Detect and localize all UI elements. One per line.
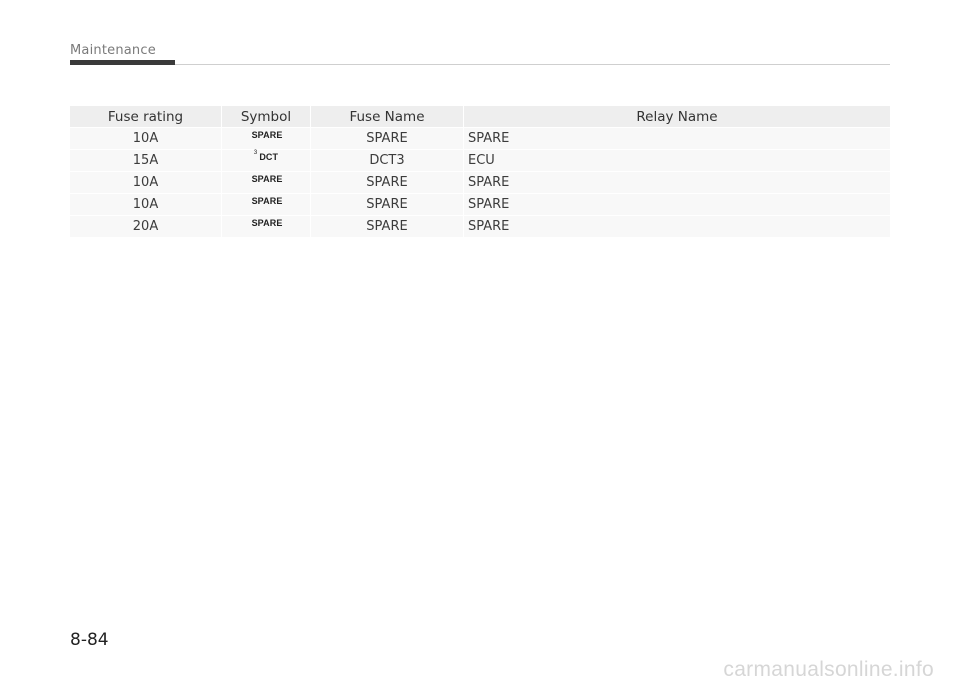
fuse-symbol: 3 DCT <box>253 150 279 162</box>
table-row: 10A SPARE SPARE SPARE <box>70 194 890 215</box>
fuse-name-cell: SPARE <box>310 216 463 237</box>
fuse-symbol: SPARE <box>250 218 283 228</box>
fuse-symbol-number: 3 <box>253 150 258 156</box>
fuse-symbol-text: DCT <box>259 152 279 162</box>
column-header-fuse-name: Fuse Name <box>310 106 463 127</box>
header-rule <box>70 64 890 65</box>
fuse-rating-cell: 15A <box>70 150 221 171</box>
fuse-symbol: SPARE <box>250 196 283 206</box>
fuse-rating-cell: 10A <box>70 172 221 193</box>
fuse-rating-cell: 10A <box>70 194 221 215</box>
fuse-symbol: SPARE <box>250 130 283 140</box>
watermark: carmanualsonline.info <box>723 658 934 681</box>
symbol-cell: 3 DCT <box>221 150 310 171</box>
header-tab-marker <box>70 60 175 65</box>
fuse-table: Fuse rating Symbol Fuse Name Relay Name … <box>70 105 890 238</box>
fuse-symbol: SPARE <box>250 174 283 184</box>
symbol-cell: SPARE <box>221 128 310 149</box>
column-header-symbol: Symbol <box>221 106 310 127</box>
table-row: 15A 3 DCT DCT3 ECU <box>70 150 890 171</box>
fuse-rating-cell: 20A <box>70 216 221 237</box>
section-title: Maintenance <box>70 43 156 58</box>
symbol-cell: SPARE <box>221 216 310 237</box>
column-header-relay-name: Relay Name <box>463 106 890 127</box>
page-number: 8-84 <box>70 630 109 650</box>
fuse-symbol-text: SPARE <box>251 130 283 140</box>
fuse-rating-cell: 10A <box>70 128 221 149</box>
table-row: 20A SPARE SPARE SPARE <box>70 216 890 237</box>
relay-name-cell: SPARE <box>463 216 890 237</box>
fuse-name-cell: SPARE <box>310 194 463 215</box>
table-header-row: Fuse rating Symbol Fuse Name Relay Name <box>70 106 890 127</box>
fuse-name-cell: SPARE <box>310 128 463 149</box>
fuse-symbol-text: SPARE <box>251 196 283 206</box>
table-row: 10A SPARE SPARE SPARE <box>70 172 890 193</box>
column-header-fuse-rating: Fuse rating <box>70 106 221 127</box>
fuse-symbol-text: SPARE <box>251 174 283 184</box>
relay-name-cell: ECU <box>463 150 890 171</box>
fuse-symbol-text: SPARE <box>251 218 283 228</box>
relay-name-cell: SPARE <box>463 128 890 149</box>
table-row: 10A SPARE SPARE SPARE <box>70 128 890 149</box>
fuse-name-cell: DCT3 <box>310 150 463 171</box>
symbol-cell: SPARE <box>221 172 310 193</box>
relay-name-cell: SPARE <box>463 194 890 215</box>
relay-name-cell: SPARE <box>463 172 890 193</box>
symbol-cell: SPARE <box>221 194 310 215</box>
fuse-name-cell: SPARE <box>310 172 463 193</box>
